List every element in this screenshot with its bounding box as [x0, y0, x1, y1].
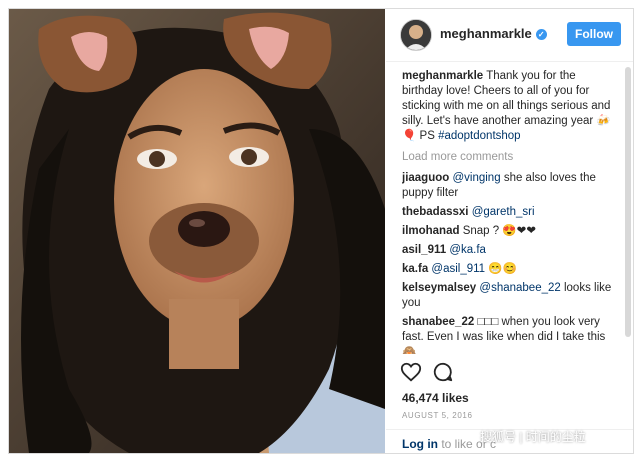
comment-username[interactable]: ka.fa — [402, 263, 428, 275]
caption-ps: PS — [419, 130, 435, 142]
follow-button[interactable]: Follow — [567, 22, 621, 46]
post-actions — [400, 361, 620, 385]
comment-text: Snap ? 😍❤❤ — [462, 225, 536, 237]
avatar[interactable] — [400, 19, 432, 51]
comment-mention[interactable]: @gareth_sri — [472, 206, 535, 218]
load-more-comments-link[interactable]: Load more comments — [402, 150, 616, 165]
post-author-username[interactable]: meghanmarkle ✓ — [440, 26, 547, 41]
username-text[interactable]: meghanmarkle — [440, 26, 532, 41]
comment-icon[interactable] — [432, 361, 454, 383]
caption-hashtag-link[interactable]: #adoptdontshop — [438, 130, 521, 142]
balloon-icon: 🎈 — [402, 130, 417, 142]
list-item: ka.fa @asil_911 😁😊 — [402, 262, 616, 277]
comment-username[interactable]: ilmohanad — [402, 225, 460, 237]
caption-username[interactable]: meghanmarkle — [402, 70, 483, 82]
avatar-image — [401, 20, 431, 50]
list-item: ilmohanad Snap ? 😍❤❤ — [402, 224, 616, 239]
list-item: kelseymalsey @shanabee_22 looks like you — [402, 281, 616, 311]
comment-username[interactable]: kelseymalsey — [402, 282, 476, 294]
post-header: meghanmarkle ✓ Follow — [386, 9, 633, 62]
list-item: jiaaguoo @vinging she also loves the pup… — [402, 171, 616, 201]
post-date[interactable]: AUGUST 5, 2016 — [402, 411, 473, 420]
comment-username[interactable]: shanabee_22 — [402, 316, 474, 328]
login-link[interactable]: Log in — [402, 437, 438, 451]
comments-list[interactable]: meghanmarkle Thank you for the birthday … — [402, 69, 616, 354]
list-item: asil_911 @ka.fa — [402, 243, 616, 258]
list-item: shanabee_22 □□□ when you look very fast.… — [402, 315, 616, 354]
comment-mention[interactable]: @shanabee_22 — [479, 282, 560, 294]
post-caption: meghanmarkle Thank you for the birthday … — [402, 69, 616, 144]
selfie-with-dog-filter — [9, 9, 385, 453]
instagram-post: meghanmarkle ✓ Follow meghanmarkle Thank … — [8, 8, 634, 454]
comment-username[interactable]: jiaaguoo — [402, 172, 449, 184]
comment-mention[interactable]: @asil_911 — [431, 263, 485, 275]
likes-count[interactable]: 46,474 likes — [402, 391, 469, 405]
post-details-panel: meghanmarkle ✓ Follow meghanmarkle Thank … — [386, 9, 633, 453]
comment-username[interactable]: asil_911 — [402, 244, 446, 256]
post-photo[interactable] — [9, 9, 385, 453]
list-item: thebadassxi @gareth_sri — [402, 205, 616, 220]
comment-mention[interactable]: @ka.fa — [449, 244, 486, 256]
comment-mention[interactable]: @vinging — [452, 172, 500, 184]
heart-icon[interactable] — [400, 361, 422, 383]
comments-scrollbar[interactable] — [625, 67, 631, 337]
comment-text: 😁😊 — [488, 263, 517, 275]
verified-badge-icon: ✓ — [535, 29, 547, 40]
comment-username[interactable]: thebadassxi — [402, 206, 468, 218]
source-watermark: 搜狐号 | 时间的尘粒 — [480, 430, 586, 444]
